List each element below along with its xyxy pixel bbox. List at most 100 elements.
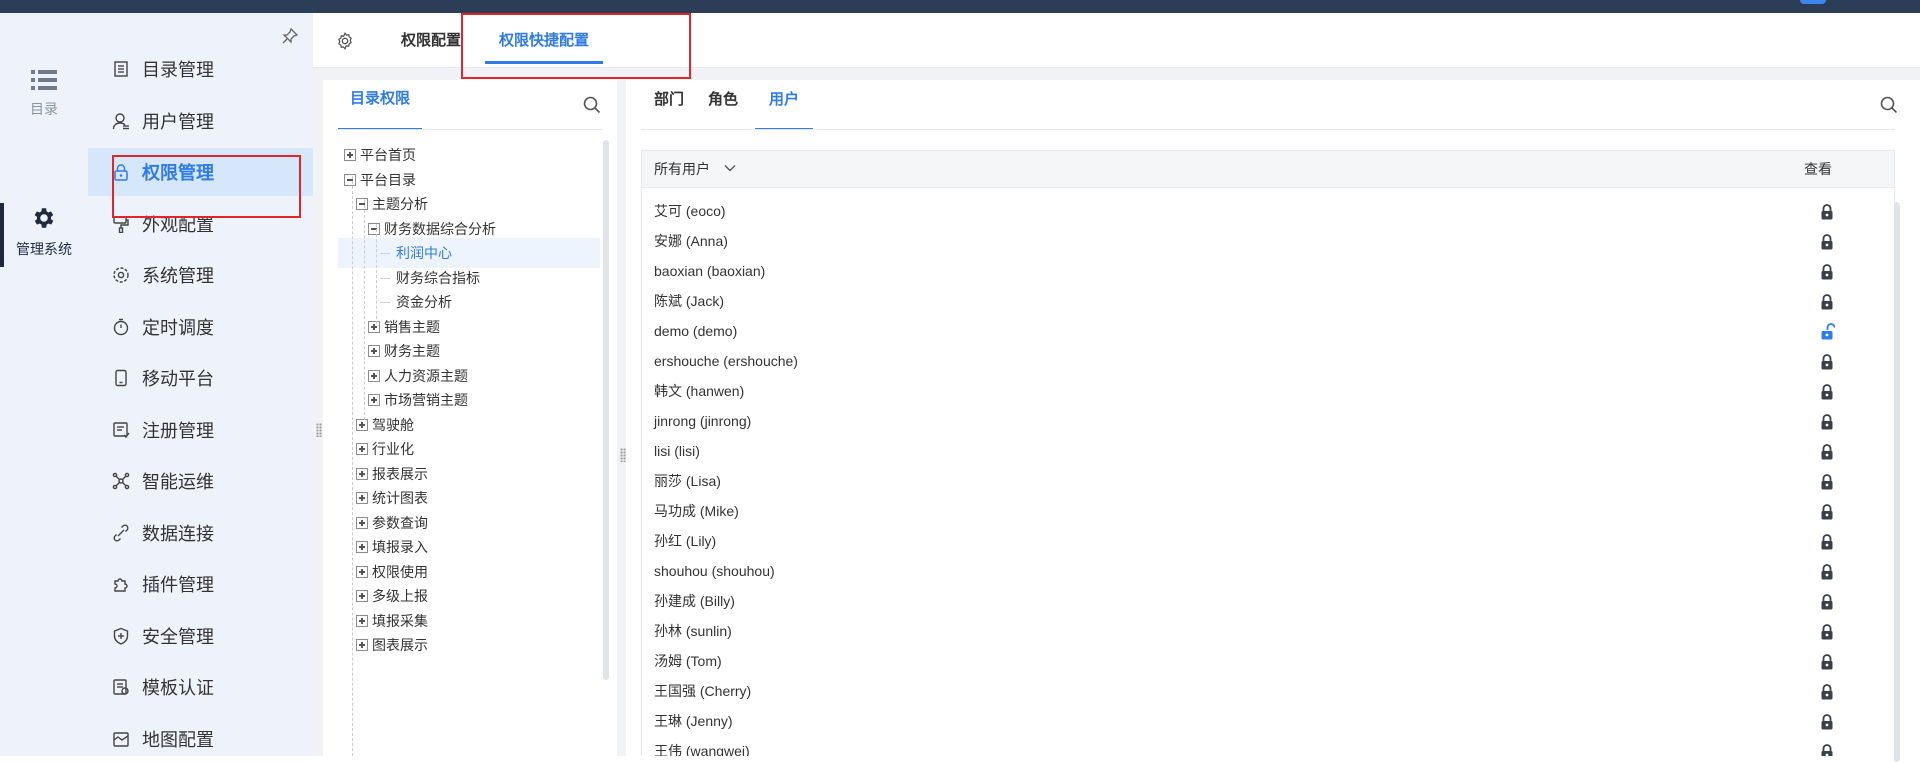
expand-icon[interactable]	[356, 614, 368, 627]
expand-icon[interactable]	[356, 565, 368, 578]
lock-icon[interactable]	[1819, 683, 1835, 700]
user-row[interactable]: baoxian (baoxian)	[642, 256, 1882, 286]
menu-item[interactable]: 数据连接	[88, 509, 313, 557]
lock-icon[interactable]	[1819, 353, 1835, 370]
user-pane-tab[interactable]: 部门	[654, 80, 684, 130]
user-filter-dropdown[interactable]: 所有用户	[654, 151, 710, 187]
user-row[interactable]: 王琳 (Jenny)	[642, 706, 1882, 736]
user-row[interactable]: 孙红 (Lily)	[642, 526, 1882, 556]
lock-icon[interactable]	[1819, 473, 1835, 490]
menu-item-label: 目录管理	[142, 60, 214, 80]
menu-item[interactable]: 插件管理	[88, 560, 313, 608]
lock-icon[interactable]	[1819, 623, 1835, 640]
unlock-icon[interactable]	[1819, 323, 1835, 340]
rail-item-catalog[interactable]: 目录	[0, 69, 88, 119]
lock-icon[interactable]	[1819, 653, 1835, 670]
lock-icon[interactable]	[1819, 743, 1835, 756]
chevron-down-icon[interactable]	[724, 162, 736, 174]
settings-gear-icon[interactable]	[335, 31, 355, 51]
menu-item[interactable]: 用户管理	[88, 97, 313, 145]
user-row[interactable]: 孙林 (sunlin)	[642, 616, 1882, 646]
user-row[interactable]: 汤姆 (Tom)	[642, 646, 1882, 676]
expand-icon[interactable]	[356, 590, 368, 602]
user-pane-tab[interactable]: 角色	[708, 80, 738, 130]
expand-icon[interactable]	[368, 369, 380, 382]
lock-icon[interactable]	[1819, 593, 1835, 610]
tree-scrollbar[interactable]	[603, 140, 609, 680]
splitter-handle[interactable]	[316, 423, 322, 437]
user-row[interactable]: 马功成 (Mike)	[642, 496, 1882, 526]
brush-icon	[113, 215, 129, 233]
expand-icon[interactable]	[356, 541, 368, 553]
lock-icon[interactable]	[1819, 533, 1835, 550]
tab-catalog-permission[interactable]: 目录权限	[338, 80, 423, 130]
expand-icon[interactable]	[368, 345, 380, 357]
lock-icon[interactable]	[1819, 503, 1835, 520]
left-rail: 目录 管理系统	[0, 13, 88, 756]
menu-item[interactable]: 目录管理	[88, 45, 313, 93]
expand-icon[interactable]	[356, 516, 368, 529]
menu-item[interactable]: 系统管理	[88, 251, 313, 299]
expand-icon[interactable]	[356, 418, 368, 431]
collapse-icon[interactable]	[368, 222, 380, 235]
lock-icon[interactable]	[1819, 263, 1835, 280]
user-row[interactable]: 安娜 (Anna)	[642, 226, 1882, 256]
menu-item[interactable]: 注册管理	[88, 406, 313, 454]
user-avatar[interactable]	[1800, 0, 1826, 4]
lock-icon[interactable]	[1819, 563, 1835, 580]
user-row[interactable]: jinrong (jinrong)	[642, 406, 1882, 436]
user-row[interactable]: lisi (lisi)	[642, 436, 1882, 466]
expand-icon[interactable]	[356, 492, 368, 504]
menu-item[interactable]: 权限管理	[88, 148, 313, 196]
user-row[interactable]: 丽莎 (Lisa)	[642, 466, 1882, 496]
user-row[interactable]: 孙建成 (Billy)	[642, 586, 1882, 616]
menu-item-label: 系统管理	[142, 266, 214, 286]
user-row[interactable]: ershouche (ershouche)	[642, 346, 1882, 376]
expand-icon[interactable]	[356, 443, 368, 455]
expand-icon[interactable]	[368, 394, 380, 406]
lock-icon[interactable]	[1819, 293, 1835, 310]
catalog-tree: 平台首页 平台目录 主题分析 财务数据综合分析 利润中心 财务综合指标 资金分析 销售主题 财务…	[338, 140, 600, 756]
menu-item[interactable]: 安全管理	[88, 612, 313, 660]
lock-icon[interactable]	[1819, 413, 1835, 430]
user-row[interactable]: 陈斌 (Jack)	[642, 286, 1882, 316]
collapse-icon[interactable]	[344, 173, 356, 186]
lock-icon[interactable]	[1819, 383, 1835, 400]
user-pane-tab[interactable]: 用户	[754, 80, 814, 130]
lock-icon[interactable]	[1819, 443, 1835, 460]
user-row[interactable]: 王伟 (wangwei)	[642, 736, 1882, 756]
pin-icon[interactable]	[281, 27, 299, 45]
user-row[interactable]: shouhou (shouhou)	[642, 556, 1882, 586]
expand-icon[interactable]	[356, 639, 368, 651]
expand-icon[interactable]	[368, 320, 380, 333]
menu-item-label: 外观配置	[142, 214, 214, 235]
search-icon[interactable]	[1880, 96, 1898, 114]
expand-icon[interactable]	[356, 467, 368, 480]
lock-icon[interactable]	[1819, 203, 1835, 220]
user-row[interactable]: 王国强 (Cherry)	[642, 676, 1882, 706]
rail-item-system[interactable]: 管理系统	[0, 203, 88, 267]
collapse-icon[interactable]	[356, 198, 368, 210]
user-name: 韩文 (hanwen)	[654, 383, 745, 399]
menu-item-label: 用户管理	[142, 111, 214, 132]
tab-permission-quick-config[interactable]: 权限快捷配置	[484, 13, 604, 68]
menu-item[interactable]: 定时调度	[88, 303, 313, 351]
user-scrollbar[interactable]	[1894, 202, 1900, 762]
user-row[interactable]: demo (demo)	[642, 316, 1882, 346]
tab-bar: 权限配置 权限快捷配置	[313, 13, 1920, 68]
menu-item[interactable]: 智能运维	[88, 457, 313, 505]
user-name: 汤姆 (Tom)	[654, 653, 722, 669]
menu-item[interactable]: 移动平台	[88, 354, 313, 402]
menu-item[interactable]: 模板认证	[88, 663, 313, 711]
user-row[interactable]: 韩文 (hanwen)	[642, 376, 1882, 406]
menu-item[interactable]: 外观配置	[88, 200, 313, 248]
tab-permission-config[interactable]: 权限配置	[401, 13, 461, 68]
expand-icon[interactable]	[344, 149, 356, 161]
tree-node[interactable]: 图表展示	[338, 630, 600, 660]
lock-icon[interactable]	[1819, 713, 1835, 730]
user-row[interactable]: 艾可 (eoco)	[642, 196, 1882, 226]
menu-item[interactable]: 地图配置	[88, 715, 313, 763]
lock-icon[interactable]	[1819, 233, 1835, 250]
catalog-permission-pane: 目录权限 平台首页 平台目录 主题分析 财务数据综合分析 利润中心 财务综合指标 资金分析销…	[323, 80, 617, 756]
search-icon[interactable]	[583, 96, 601, 114]
